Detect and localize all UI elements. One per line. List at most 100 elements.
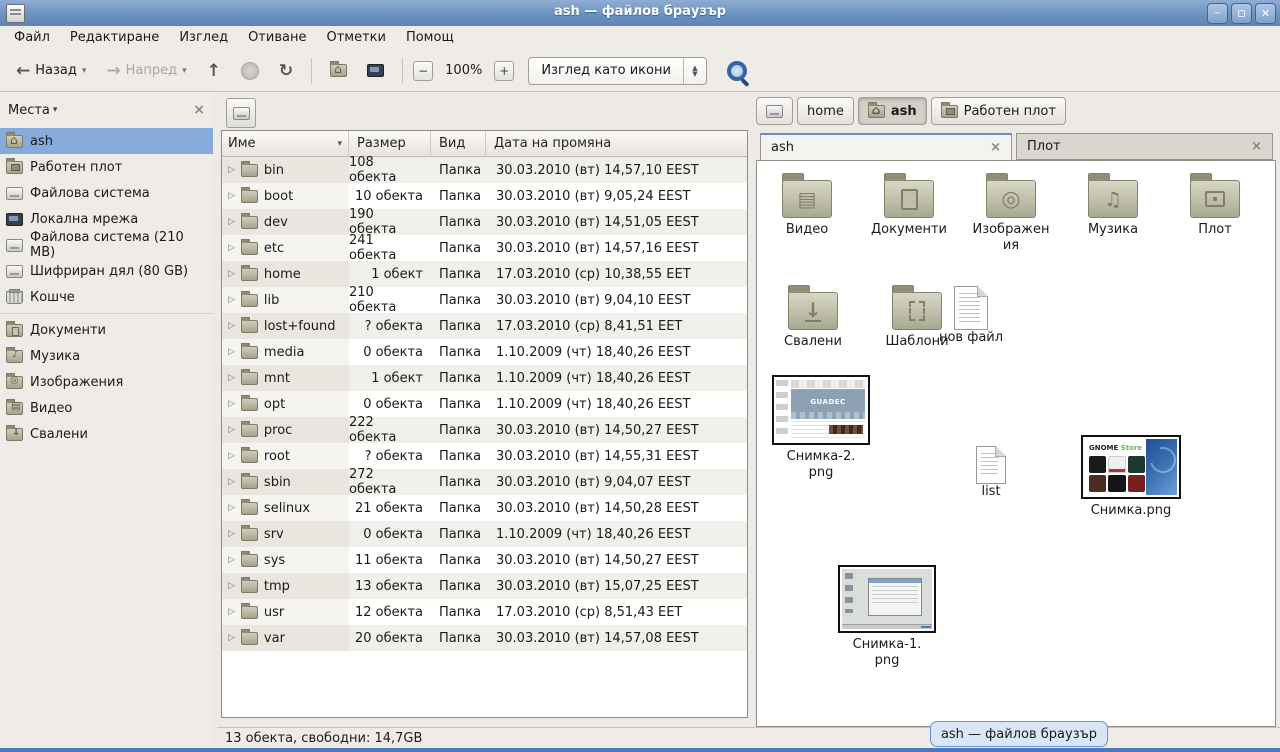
sidebar-item[interactable]: Шифриран дял (80 GB)	[0, 258, 213, 284]
expander-icon[interactable]: ▷	[228, 269, 235, 279]
sidebar-item[interactable]: Файлова система (210 MB)	[0, 232, 213, 258]
expander-icon[interactable]: ▷	[228, 399, 235, 409]
folder-item[interactable]: Свалени	[773, 283, 853, 350]
sidebar-item[interactable]: Локална мрежа	[0, 206, 213, 232]
expander-icon[interactable]: ▷	[228, 633, 235, 643]
tab-ash[interactable]: ash ×	[760, 133, 1012, 160]
sidebar-item[interactable]: Изображения	[0, 369, 213, 395]
sidebar-item[interactable]: Свалени	[0, 421, 213, 447]
file-item-snimka[interactable]: GNOME Store Снимка.png	[1079, 435, 1183, 519]
column-header-date[interactable]: Дата на промяна	[486, 131, 747, 156]
close-button[interactable]	[1255, 3, 1276, 24]
table-row[interactable]: ▷ media 0 обекта Папка 1.10.2009 (чт) 18…	[222, 339, 747, 365]
sidebar-title[interactable]: Места	[8, 103, 50, 118]
minimize-button[interactable]	[1207, 3, 1228, 24]
expander-icon[interactable]: ▷	[228, 295, 235, 305]
expander-icon[interactable]: ▷	[228, 477, 235, 487]
folder-item[interactable]: Музика	[1073, 171, 1153, 238]
table-row[interactable]: ▷ dev 190 обекта Папка 30.03.2010 (вт) 1…	[222, 209, 747, 235]
table-row[interactable]: ▷ usr 12 обекта Папка 17.03.2010 (ср) 8,…	[222, 599, 747, 625]
table-row[interactable]: ▷ tmp 13 обекта Папка 30.03.2010 (вт) 15…	[222, 573, 747, 599]
file-item-new-file[interactable]: нов файл	[931, 286, 1011, 345]
table-row[interactable]: ▷ bin 108 обекта Папка 30.03.2010 (вт) 1…	[222, 157, 747, 183]
stop-button[interactable]	[233, 57, 267, 85]
path-home-button[interactable]: home	[797, 97, 854, 125]
expander-icon[interactable]: ▷	[228, 503, 235, 513]
sidebar-item[interactable]: Музика	[0, 343, 213, 369]
home-button[interactable]	[322, 59, 355, 82]
table-row[interactable]: ▷ lib 210 обекта Папка 30.03.2010 (вт) 9…	[222, 287, 747, 313]
expander-icon[interactable]: ▷	[228, 607, 235, 617]
path-root-button[interactable]	[756, 97, 793, 125]
menu-item[interactable]: Отметки	[316, 26, 395, 50]
table-row[interactable]: ▷ opt 0 обекта Папка 1.10.2009 (чт) 18,4…	[222, 391, 747, 417]
expander-icon[interactable]: ▷	[228, 425, 235, 435]
icon-view[interactable]: Видео Документи Изображения Музика Плот	[756, 160, 1276, 727]
file-item-snimka1[interactable]: Снимка-1.png	[837, 565, 937, 669]
table-row[interactable]: ▷ sys 11 обекта Папка 30.03.2010 (вт) 14…	[222, 547, 747, 573]
column-header-type[interactable]: Вид	[431, 131, 486, 156]
view-mode-spinner-icon[interactable]: ▲▼	[683, 58, 706, 84]
tab-close-icon[interactable]: ×	[1251, 139, 1262, 154]
table-row[interactable]: ▷ root ? обекта Папка 30.03.2010 (вт) 14…	[222, 443, 747, 469]
folder-item[interactable]: Видео	[767, 171, 847, 238]
table-row[interactable]: ▷ srv 0 обекта Папка 1.10.2009 (чт) 18,4…	[222, 521, 747, 547]
expander-icon[interactable]: ▷	[228, 191, 235, 201]
sidebar-item[interactable]: Кошче	[0, 284, 213, 310]
sidebar-item[interactable]: Файлова система	[0, 180, 213, 206]
expander-icon[interactable]: ▷	[228, 347, 235, 357]
menu-item[interactable]: Файл	[4, 26, 60, 50]
table-row[interactable]: ▷ proc 222 обекта Папка 30.03.2010 (вт) …	[222, 417, 747, 443]
path-current-button[interactable]: ash	[858, 97, 927, 125]
file-item-list[interactable]: list	[961, 446, 1021, 499]
column-header-name[interactable]: Име▾	[222, 131, 349, 156]
filesystem-root-button[interactable]	[226, 98, 256, 128]
forward-button[interactable]: → Напред ▾	[98, 58, 194, 84]
table-row[interactable]: ▷ selinux 21 обекта Папка 30.03.2010 (вт…	[222, 495, 747, 521]
expander-icon[interactable]: ▷	[228, 451, 235, 461]
back-button[interactable]: ← Назад ▾	[8, 58, 94, 84]
expander-icon[interactable]: ▷	[228, 373, 235, 383]
file-item-snimka2[interactable]: GUADEC Снимка-2.png	[771, 375, 871, 481]
search-button[interactable]	[725, 59, 749, 83]
expander-icon[interactable]: ▷	[228, 165, 235, 175]
expander-icon[interactable]: ▷	[228, 529, 235, 539]
table-row[interactable]: ▷ mnt 1 обект Папка 1.10.2009 (чт) 18,40…	[222, 365, 747, 391]
zoom-out-button[interactable]: −	[413, 61, 433, 81]
taskbar-window-button[interactable]: ash — файлов браузър	[930, 721, 1108, 747]
tab-plot[interactable]: Плот ×	[1016, 133, 1273, 160]
back-history-caret-icon[interactable]: ▾	[82, 66, 87, 76]
sidebar-item[interactable]: Видео	[0, 395, 213, 421]
sidebar-close-icon[interactable]: ×	[193, 102, 205, 118]
table-row[interactable]: ▷ home 1 обект Папка 17.03.2010 (ср) 10,…	[222, 261, 747, 287]
menu-item[interactable]: Помощ	[396, 26, 464, 50]
computer-button[interactable]	[359, 59, 392, 82]
folder-item[interactable]: Плот	[1175, 171, 1255, 238]
sidebar-item[interactable]: ash	[0, 128, 213, 154]
titlebar[interactable]: ash — файлов браузър	[0, 0, 1280, 27]
up-button[interactable]: ↑	[199, 58, 229, 84]
expander-icon[interactable]: ▷	[228, 217, 235, 227]
table-row[interactable]: ▷ var 20 обекта Папка 30.03.2010 (вт) 14…	[222, 625, 747, 651]
zoom-in-button[interactable]: +	[494, 61, 514, 81]
sidebar-caret-icon[interactable]: ▾	[53, 105, 58, 115]
tab-close-icon[interactable]: ×	[990, 140, 1001, 155]
expander-icon[interactable]: ▷	[228, 243, 235, 253]
view-mode-select[interactable]: Изглед като икони ▲▼	[528, 57, 707, 85]
column-header-size[interactable]: Размер	[349, 131, 431, 156]
maximize-button[interactable]	[1231, 3, 1252, 24]
sidebar-item[interactable]: Документи	[0, 317, 213, 343]
table-row[interactable]: ▷ boot 10 обекта Папка 30.03.2010 (вт) 9…	[222, 183, 747, 209]
sidebar-item[interactable]: Работен плот	[0, 154, 213, 180]
menu-item[interactable]: Отиване	[238, 26, 316, 50]
reload-button[interactable]: ↻	[271, 58, 301, 84]
expander-icon[interactable]: ▷	[228, 555, 235, 565]
table-row[interactable]: ▷ sbin 272 обекта Папка 30.03.2010 (вт) …	[222, 469, 747, 495]
menu-item[interactable]: Редактиране	[60, 26, 169, 50]
folder-item[interactable]: Изображения	[971, 171, 1051, 254]
expander-icon[interactable]: ▷	[228, 321, 235, 331]
menu-item[interactable]: Изглед	[169, 26, 238, 50]
folder-item[interactable]: Документи	[869, 171, 949, 238]
table-row[interactable]: ▷ etc 241 обекта Папка 30.03.2010 (вт) 1…	[222, 235, 747, 261]
path-desktop-button[interactable]: Работен плот	[931, 97, 1066, 125]
